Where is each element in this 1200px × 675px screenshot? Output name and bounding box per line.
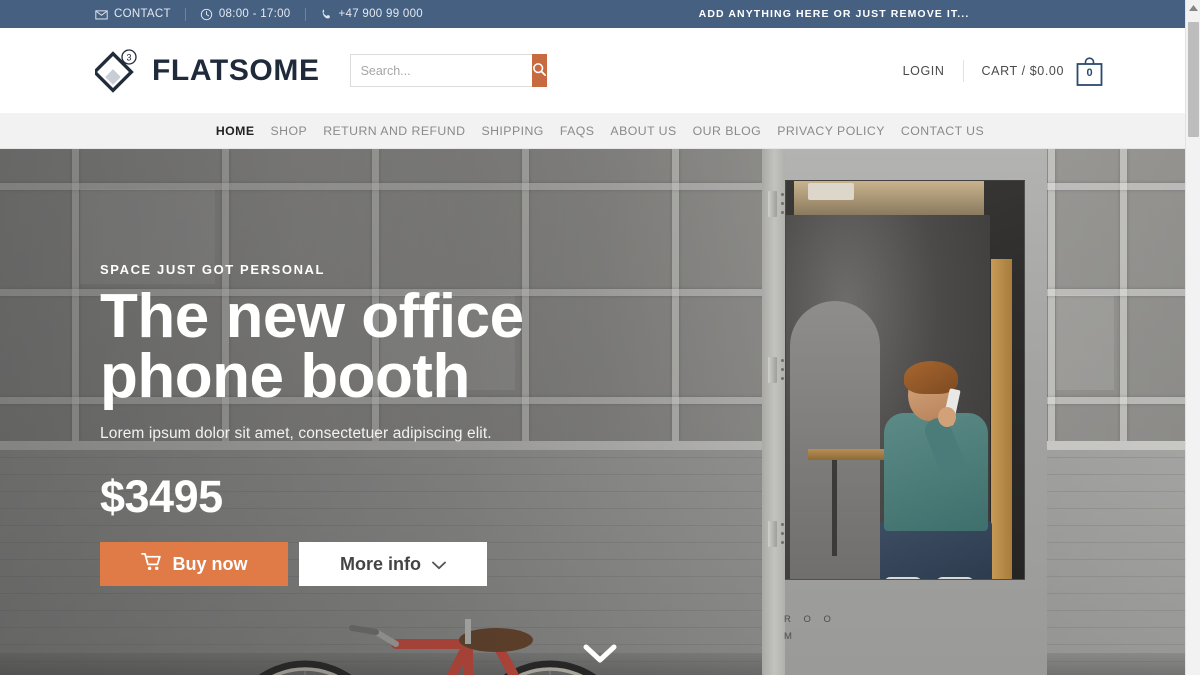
booth-interior [786,181,1024,579]
shopping-cart-icon [140,552,162,576]
cart-count-badge: 0 [1086,67,1093,79]
more-info-label: More info [340,553,421,574]
chevron-down-icon [432,554,446,575]
envelope-icon [95,8,108,21]
hero-banner: SPACE JUST GOT PERSONAL The new office p… [0,149,1200,675]
phone-link[interactable]: +47 900 99 000 [306,8,437,21]
person-hand [938,407,956,427]
phone-label: +47 900 99 000 [338,8,423,20]
business-hours: 08:00 - 17:00 [186,8,305,21]
more-info-button[interactable]: More info [299,542,487,587]
hero-content: SPACE JUST GOT PERSONAL The new office p… [100,262,660,587]
caret-up-icon[interactable] [1186,0,1200,15]
login-link[interactable]: LOGIN [885,64,963,78]
top-utility-bar: CONTACT 08:00 - 17:00 +47 900 99 000 ADD… [0,0,1200,28]
cart-label: CART / $0.00 [981,63,1064,78]
page-scrollbar[interactable] [1185,0,1200,675]
logo-wordmark: FLATSOME [152,53,320,87]
hero-eyebrow: SPACE JUST GOT PERSONAL [100,262,326,277]
phone-booth-photo: R O O M [762,149,1047,675]
contact-label: CONTACT [114,8,171,20]
booth-room-label: R O O M [784,614,836,642]
hero-right-strip [1047,149,1200,675]
search-form [349,54,547,87]
scroll-down-indicator[interactable] [581,643,619,665]
page-root: CONTACT 08:00 - 17:00 +47 900 99 000 ADD… [0,0,1200,675]
scrollbar-thumb[interactable] [1188,22,1199,137]
hero-headline: The new office phone booth [100,282,524,412]
main-navigation: HOME SHOP RETURN AND REFUND SHIPPING FAQ… [0,113,1200,149]
booth-left-frame [762,149,785,675]
clock-icon [200,8,213,21]
booth-doorway [785,180,1025,580]
hero-subline: Lorem ipsum dolor sit amet, consectetuer… [100,425,492,443]
hours-label: 08:00 - 17:00 [218,8,291,20]
flatsome-diamond-icon: 3 [92,48,141,94]
search-submit-button[interactable] [531,54,547,87]
topbar-left-group: CONTACT 08:00 - 17:00 +47 900 99 000 [95,7,437,21]
nav-item-faqs[interactable]: FAQS [552,124,603,138]
nav-item-shop[interactable]: SHOP [263,124,316,138]
header-account-area: LOGIN CART / $0.00 0 [885,55,1105,87]
nav-item-our-blog[interactable]: OUR BLOG [685,124,770,138]
hero-button-row: Buy now More info [100,542,660,587]
nav-item-about-us[interactable]: ABOUT US [602,124,684,138]
nav-item-shipping[interactable]: SHIPPING [473,124,551,138]
search-input[interactable] [350,55,532,86]
logo-link[interactable]: 3 FLATSOME [92,48,320,94]
nav-item-privacy-policy[interactable]: PRIVACY POLICY [769,124,893,138]
buy-now-label: Buy now [172,553,248,574]
cart-link[interactable]: CART / $0.00 0 [964,55,1105,87]
shopping-bag-icon: 0 [1074,55,1105,87]
nav-item-contact-us[interactable]: CONTACT US [893,124,992,138]
svg-text:3: 3 [126,52,131,62]
buy-now-button[interactable]: Buy now [100,542,288,587]
contact-link[interactable]: CONTACT [95,8,185,21]
nav-item-return-and-refund[interactable]: RETURN AND REFUND [315,124,473,138]
phone-icon [320,8,333,21]
nav-item-home[interactable]: HOME [208,124,263,138]
magnifier-icon [532,62,547,80]
site-header: 3 FLATSOME LOGIN CART / $0.00 [0,28,1200,113]
hero-price: $3495 [100,471,223,523]
